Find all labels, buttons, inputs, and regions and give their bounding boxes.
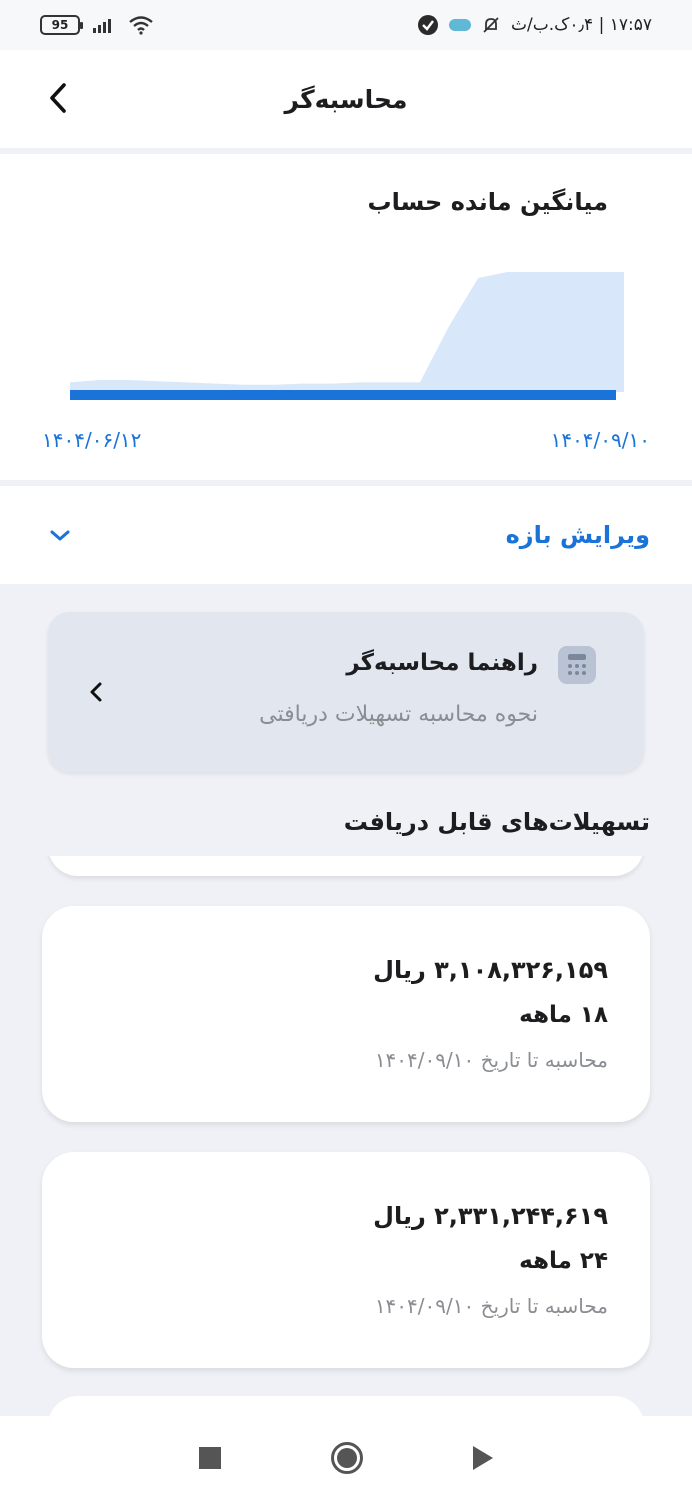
chart-start-date: ۱۴۰۴/۰۶/۱۲ <box>42 428 142 452</box>
loan-term: ۱۸ ماهه <box>519 1002 608 1028</box>
chevron-left-icon <box>90 682 102 702</box>
guide-subtitle: نحوه محاسبه تسهیلات دریافتی <box>259 702 538 727</box>
calculator-guide-card[interactable]: راهنما محاسبه‌گر نحوه محاسبه تسهیلات دری… <box>48 612 644 772</box>
loan-amount: ۲,۳۳۱,۲۴۴,۶۱۹ ریال <box>373 1202 608 1230</box>
chevron-down-icon[interactable] <box>48 527 72 543</box>
status-time: ۱۷:۵۷ | ۰٫۴ک.ب/ث <box>511 15 652 35</box>
system-nav-bar <box>0 1416 692 1500</box>
loan-term: ۲۴ ماهه <box>519 1248 608 1274</box>
signal-icon <box>93 19 111 33</box>
home-button[interactable] <box>331 1442 363 1474</box>
back-nav-button[interactable] <box>473 1446 493 1470</box>
loan-card[interactable]: ۲,۳۳۱,۲۴۴,۶۱۹ ریال ۲۴ ماهه محاسبه تا تار… <box>42 1152 650 1368</box>
battery-icon: 95 <box>40 15 83 35</box>
edit-range-row[interactable]: ویرایش بازه <box>0 486 692 584</box>
chart-baseline <box>70 390 616 400</box>
status-bar-right: ۱۷:۵۷ | ۰٫۴ک.ب/ث <box>417 14 652 36</box>
chart-end-date: ۱۴۰۴/۰۹/۱۰ <box>550 428 650 452</box>
balance-chart <box>70 272 624 400</box>
guide-title: راهنما محاسبه‌گر <box>346 650 538 676</box>
page-title: محاسبه‌گر <box>284 84 408 114</box>
balance-chart-card: میانگین مانده حساب ۱۴۰۴/۰۶/۱۲ ۱۴۰۴/۰۹/۱۰ <box>0 154 692 480</box>
recents-button[interactable] <box>199 1447 221 1469</box>
shield-check-icon <box>418 15 439 35</box>
back-button[interactable] <box>38 78 78 118</box>
app-header: محاسبه‌گر <box>0 50 692 148</box>
loan-date-note: محاسبه تا تاریخ ۱۴۰۴/۰۹/۱۰ <box>374 1294 608 1318</box>
loan-card[interactable]: ۳,۱۰۸,۳۲۶,۱۵۹ ریال ۱۸ ماهه محاسبه تا تار… <box>42 906 650 1122</box>
chevron-left-icon <box>50 83 66 113</box>
calculator-icon <box>558 646 596 684</box>
loan-date-note: محاسبه تا تاریخ ۱۴۰۴/۰۹/۱۰ <box>374 1048 608 1072</box>
cloud-icon <box>449 19 472 31</box>
home-dot <box>337 1448 357 1468</box>
chart-area-series <box>70 272 624 392</box>
bell-off-icon <box>483 17 499 33</box>
loans-section-title: تسهیلات‌های قابل دریافت <box>343 808 650 836</box>
wifi-icon <box>129 16 153 35</box>
status-bar: 95 ۱۷:۵۷ | ۰٫۴ک.ب/ث <box>0 0 692 50</box>
status-bar-left: 95 <box>40 15 154 35</box>
battery-level: 95 <box>51 18 69 32</box>
edit-range-label[interactable]: ویرایش بازه <box>506 521 650 549</box>
loan-amount: ۳,۱۰۸,۳۲۶,۱۵۹ ریال <box>373 956 608 984</box>
